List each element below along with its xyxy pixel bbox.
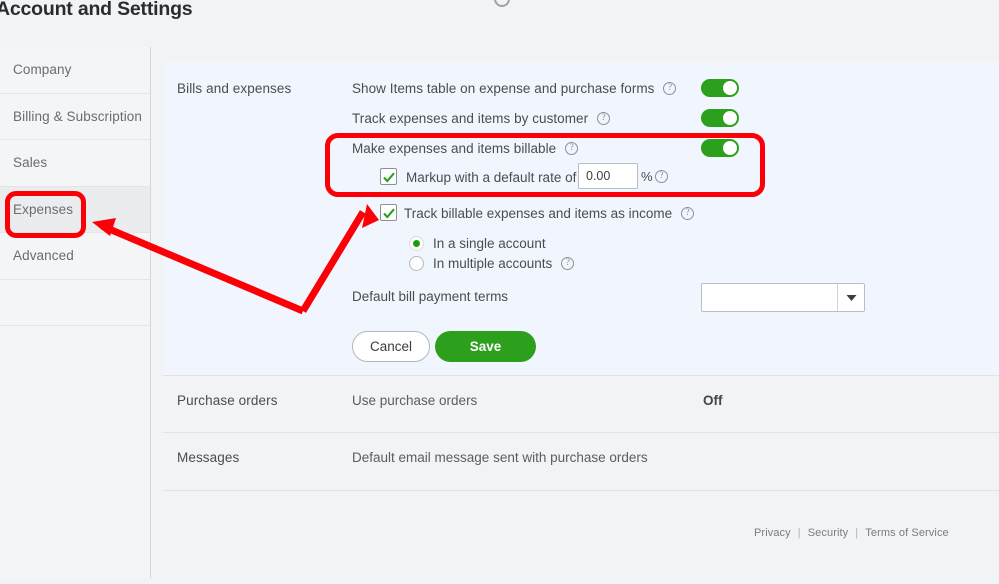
sidebar-item-label: Advanced bbox=[13, 248, 74, 264]
section-title-bills-and-expenses: Bills and expenses bbox=[177, 81, 292, 96]
help-icon[interactable]: ? bbox=[681, 207, 695, 220]
sidebar-item-expenses[interactable]: Expenses bbox=[0, 186, 150, 233]
radio-in-multiple-accounts[interactable]: In multiple accounts ? bbox=[409, 256, 575, 271]
footer-links: Privacy | Security | Terms of Service bbox=[754, 527, 949, 539]
sidebar-item-billing-subscription[interactable]: Billing & Subscription bbox=[0, 94, 150, 140]
save-button[interactable]: Save bbox=[435, 331, 536, 362]
footer-separator: | bbox=[797, 527, 801, 539]
radio-indicator bbox=[409, 236, 424, 251]
setting-row-show-items-table: Show Items table on expense and purchase… bbox=[352, 81, 677, 96]
setting-label: Track expenses and items by customer bbox=[352, 111, 589, 126]
radio-indicator bbox=[409, 256, 424, 271]
setting-row-make-expenses-billable: Make expenses and items billable ? bbox=[352, 141, 579, 156]
radio-in-a-single-account[interactable]: In a single account bbox=[409, 236, 546, 251]
section-divider bbox=[163, 432, 999, 433]
help-icon[interactable]: ? bbox=[565, 142, 579, 155]
help-icon[interactable]: ? bbox=[597, 112, 611, 125]
radio-label: In multiple accounts bbox=[433, 256, 553, 271]
sidebar-item-sales[interactable]: Sales bbox=[0, 140, 150, 187]
security-link[interactable]: Security bbox=[808, 527, 849, 539]
chevron-down-glyph bbox=[846, 294, 856, 301]
chevron-down-icon[interactable] bbox=[837, 284, 864, 311]
purchase-orders-state: Off bbox=[703, 393, 723, 408]
loading-spinner-icon bbox=[494, 0, 510, 7]
toggle-track-expenses-by-customer[interactable] bbox=[701, 109, 739, 127]
section-title-purchase-orders: Purchase orders bbox=[177, 393, 278, 408]
markup-label-text: Markup with a default rate of bbox=[406, 170, 577, 185]
cancel-button[interactable]: Cancel bbox=[352, 331, 430, 362]
help-icon[interactable]: ? bbox=[655, 170, 668, 183]
label-track-billable-as-income: Track billable expenses and items as inc… bbox=[404, 206, 695, 221]
help-icon[interactable]: ? bbox=[561, 257, 575, 270]
sidebar-item-empty bbox=[0, 280, 150, 326]
section-divider bbox=[163, 375, 999, 376]
sidebar-item-label: Sales bbox=[13, 155, 48, 171]
check-icon bbox=[383, 208, 395, 219]
track-billable-label-text: Track billable expenses and items as inc… bbox=[404, 206, 673, 221]
messages-description[interactable]: Default email message sent with purchase… bbox=[352, 450, 648, 465]
checkbox-markup-default-rate[interactable] bbox=[380, 168, 397, 185]
sidebar-item-label: Expenses bbox=[13, 201, 74, 217]
page-title: Account and Settings bbox=[0, 0, 193, 20]
setting-label: Show Items table on expense and purchase… bbox=[352, 81, 655, 96]
privacy-link[interactable]: Privacy bbox=[754, 527, 791, 539]
sidebar-item-label: Company bbox=[13, 62, 72, 78]
toggle-make-expenses-billable[interactable] bbox=[701, 139, 739, 157]
sidebar-item-label: Billing & Subscription bbox=[13, 108, 143, 124]
purchase-orders-description[interactable]: Use purchase orders bbox=[352, 393, 477, 408]
checkbox-track-billable-as-income[interactable] bbox=[380, 204, 397, 221]
select-value bbox=[702, 284, 837, 311]
select-default-bill-payment-terms[interactable] bbox=[701, 283, 865, 312]
setting-row-track-expenses-by-customer: Track expenses and items by customer ? bbox=[352, 111, 611, 126]
terms-of-service-link[interactable]: Terms of Service bbox=[865, 527, 949, 539]
setting-label: Make expenses and items billable bbox=[352, 141, 557, 156]
check-icon bbox=[383, 172, 395, 183]
lower-settings-panel bbox=[163, 376, 999, 584]
label-default-bill-payment-terms: Default bill payment terms bbox=[352, 289, 509, 304]
section-title-messages: Messages bbox=[177, 450, 240, 465]
footer-separator: | bbox=[855, 527, 859, 539]
settings-sidebar: Company Billing & Subscription Sales Exp… bbox=[0, 47, 151, 578]
sidebar-item-advanced[interactable]: Advanced bbox=[0, 233, 150, 280]
radio-label: In a single account bbox=[433, 236, 546, 251]
help-icon[interactable]: ? bbox=[663, 82, 677, 95]
label-markup-default-rate: Markup with a default rate of bbox=[406, 170, 576, 185]
percent-sign-label: % bbox=[641, 169, 653, 184]
sidebar-item-company[interactable]: Company bbox=[0, 47, 150, 94]
toggle-show-items-table[interactable] bbox=[701, 79, 739, 97]
markup-rate-input[interactable] bbox=[578, 163, 638, 189]
section-divider bbox=[163, 490, 999, 491]
